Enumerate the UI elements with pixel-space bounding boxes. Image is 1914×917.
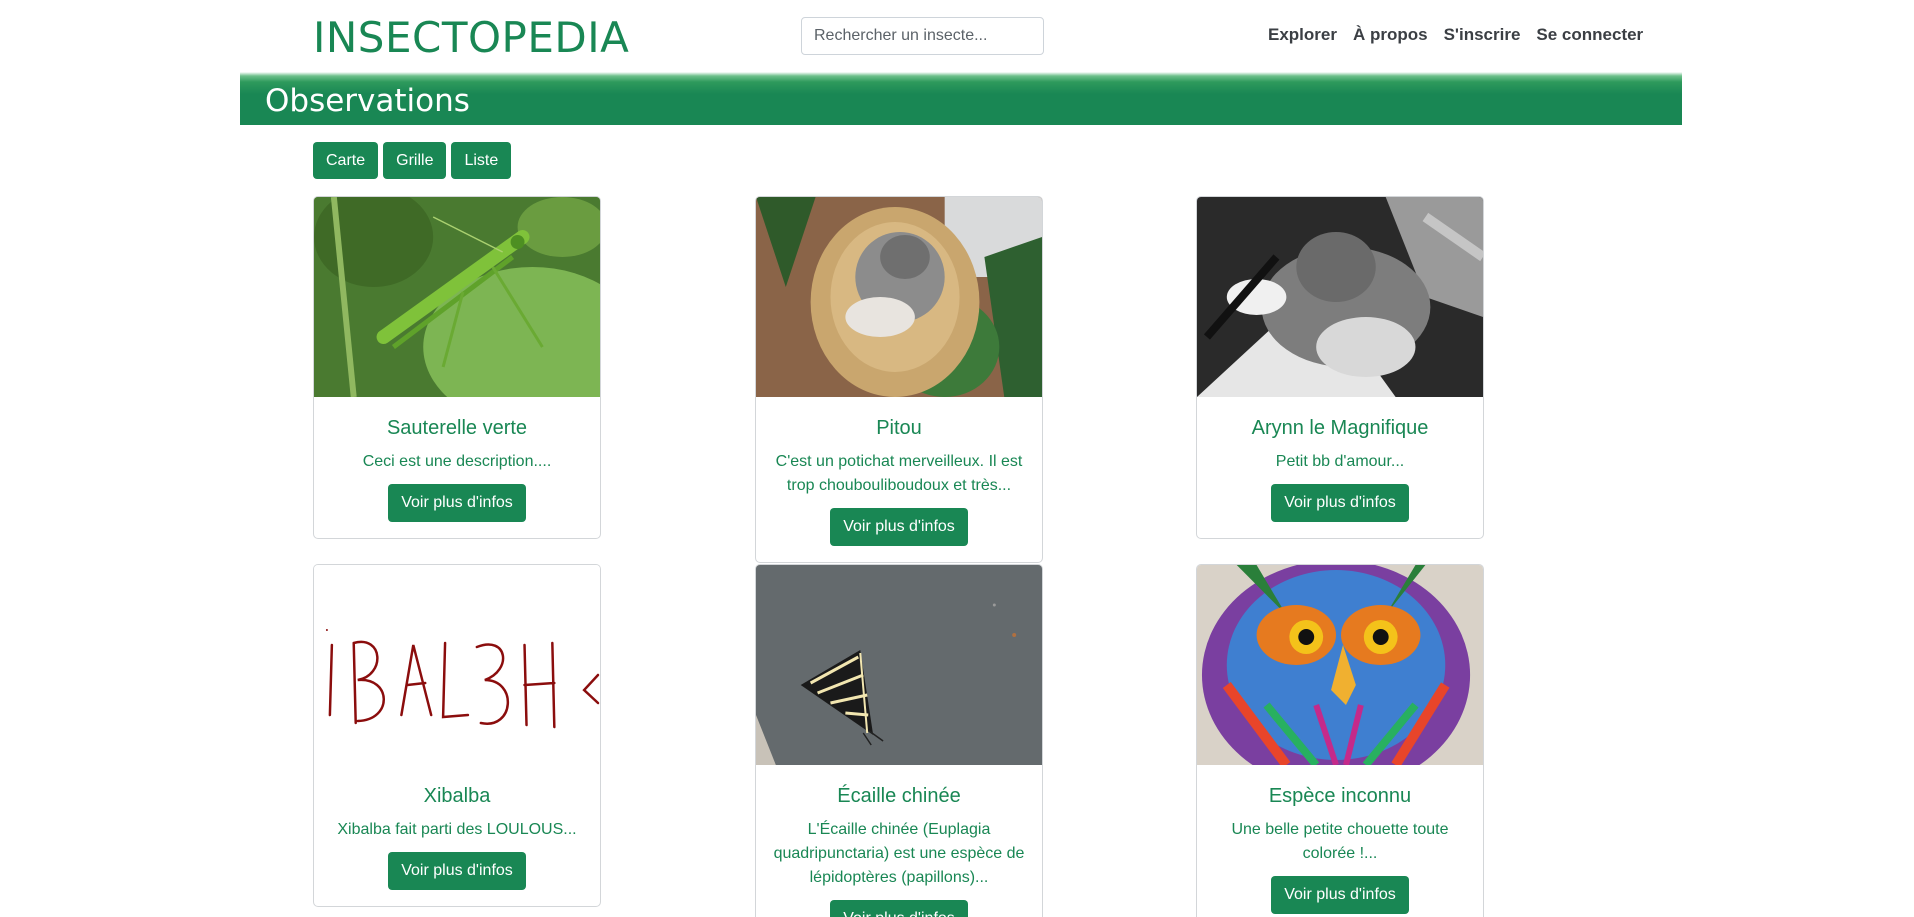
more-info-button[interactable]: Voir plus d'infos [1271,876,1409,914]
nav-explorer[interactable]: Explorer [1268,25,1337,45]
card-title: Arynn le Magnifique [1251,417,1429,439]
card-image[interactable] [756,565,1042,765]
view-toggle-group: Carte Grille Liste [313,142,512,179]
observations-banner: Observations [240,72,1682,125]
card-description: Xibalba fait parti des LOULOUS... [337,821,577,838]
card-image[interactable] [1197,565,1483,765]
nav-signup[interactable]: S'inscrire [1444,25,1521,45]
more-info-button[interactable]: Voir plus d'infos [388,484,526,522]
card-title: Espèce inconnu [1268,785,1412,807]
observation-card: Écaille chinée L'Écaille chinée (Euplagi… [755,564,1043,917]
card-body: Pitou C'est un potichat merveilleux. Il … [756,397,1042,562]
card-image[interactable] [1197,197,1483,397]
more-info-button[interactable]: Voir plus d'infos [1271,484,1409,522]
observation-card: Arynn le Magnifique Petit bb d'amour... … [1196,196,1484,539]
page-title: Observations [265,83,470,119]
observation-card: Pitou C'est un potichat merveilleux. Il … [755,196,1043,563]
card-image[interactable] [756,197,1042,397]
card-body: Écaille chinée L'Écaille chinée (Euplagi… [756,765,1042,917]
observation-card: Xibalba Xibalba fait parti des LOULOUS..… [313,564,601,907]
card-description: C'est un potichat merveilleux. Il est tr… [775,453,1023,494]
card-image[interactable] [314,197,600,397]
card-body: Arynn le Magnifique Petit bb d'amour... … [1197,397,1483,538]
card-title: Xibalba [423,785,491,807]
more-info-button[interactable]: Voir plus d'infos [388,852,526,890]
nav-about[interactable]: À propos [1353,25,1428,45]
nav-login[interactable]: Se connecter [1536,25,1643,45]
more-info-button[interactable]: Voir plus d'infos [830,900,968,917]
card-title: Pitou [876,417,922,439]
observation-card: Sauterelle verte Ceci est une descriptio… [313,196,601,539]
card-description: Ceci est une description.... [362,453,552,470]
card-image[interactable] [314,565,600,765]
card-description: L'Écaille chinée (Euplagia quadripunctar… [773,821,1025,886]
view-map-button[interactable]: Carte [313,142,379,179]
site-logo[interactable]: INSECTOPEDIA [313,13,629,62]
card-description: Une belle petite chouette toute colorée … [1231,821,1449,862]
card-title: Écaille chinée [837,785,961,807]
view-list-button[interactable]: Liste [451,142,512,179]
main-nav: Explorer À propos S'inscrire Se connecte… [1268,25,1643,45]
card-body: Sauterelle verte Ceci est une descriptio… [314,397,600,538]
card-description: Petit bb d'amour... [1275,453,1405,470]
observation-card: Espèce inconnu Une belle petite chouette… [1196,564,1484,917]
search-input[interactable] [801,17,1044,55]
card-body: Xibalba Xibalba fait parti des LOULOUS..… [314,765,600,906]
card-body: Espèce inconnu Une belle petite chouette… [1197,765,1483,917]
more-info-button[interactable]: Voir plus d'infos [830,508,968,546]
view-grid-button[interactable]: Grille [383,142,447,179]
card-title: Sauterelle verte [386,417,528,439]
